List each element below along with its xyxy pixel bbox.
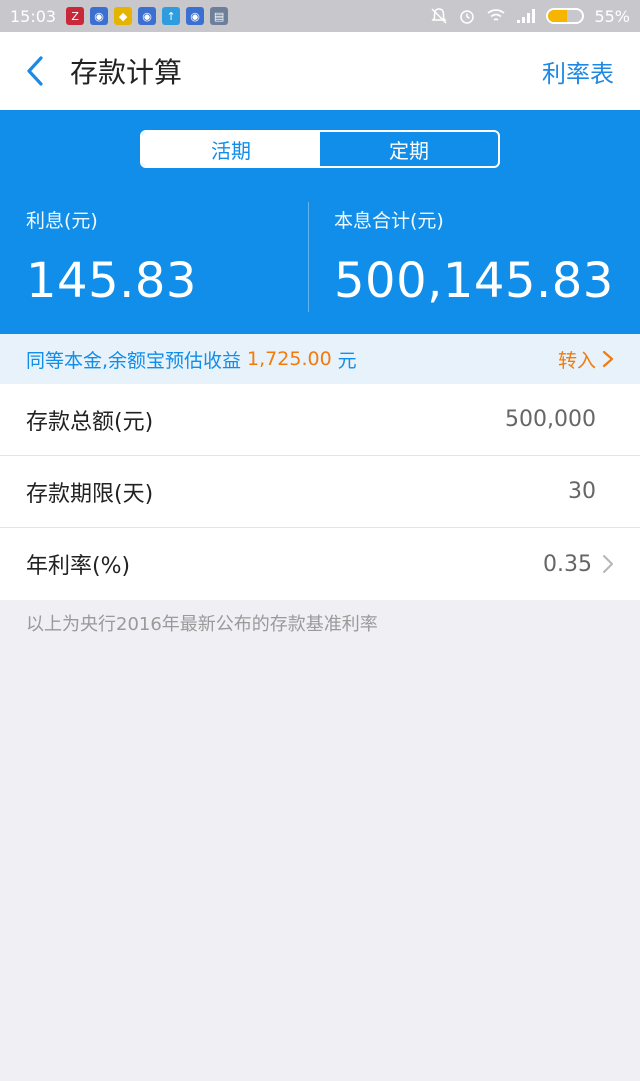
shield-app-icon: ◉ [90, 7, 109, 25]
deposit-form: 存款总额(元) 500,000 存款期限(天) 30 年利率(%) 0.35 [0, 384, 640, 600]
rate-footnote: 以上为央行2016年最新公布的存款基准利率 [26, 614, 378, 635]
annual-rate-chevron [602, 554, 614, 574]
status-right: 55% [430, 7, 630, 26]
chevron-right-icon [603, 555, 613, 573]
shield-app-icon: ◉ [138, 7, 157, 25]
interest-stat: 利息(元) 145.83 [26, 206, 197, 309]
shield-app-icon: ◉ [186, 7, 205, 25]
transfer-in-button[interactable]: 转入 [558, 346, 614, 373]
deposit-term-label: 存款期限(天) [26, 481, 154, 507]
deposit-amount-input[interactable]: 500,000 [505, 407, 596, 432]
rate-table-link[interactable]: 利率表 [542, 54, 614, 89]
bell-off-icon [431, 8, 447, 24]
transfer-in-label: 转入 [557, 349, 596, 372]
battery-level [548, 10, 568, 22]
zhihu-icon: Z [66, 7, 85, 25]
deposit-amount-row[interactable]: 存款总额(元) 500,000 [0, 384, 640, 456]
total-value: 500,145.83 [334, 253, 614, 309]
page-title: 存款计算 [70, 56, 183, 89]
status-time: 15:03 [10, 6, 57, 26]
yuebao-promo-bar: 同等本金,余额宝预估收益 1,725.00 元 转入 [0, 334, 640, 384]
annual-rate-row[interactable]: 年利率(%) 0.35 [0, 528, 640, 600]
result-panel: 活期 定期 利息(元) 145.83 本息合计(元) 500,145.83 [0, 110, 640, 334]
promo-amount: 1,725.00 [247, 348, 332, 370]
status-bar: 15:03 Z ◉ ◆ ◉ ↑ ◉ ▤ 55% [0, 0, 640, 32]
message-icon: ▤ [210, 7, 229, 25]
total-stat: 本息合计(元) 500,145.83 [334, 206, 614, 309]
nav-bar: 存款计算 利率表 [0, 32, 640, 110]
interest-value: 145.83 [26, 253, 197, 309]
chevron-left-icon [27, 56, 43, 86]
stat-divider [308, 202, 309, 312]
annual-rate-value: 0.35 [543, 551, 592, 577]
deposit-amount-label: 存款总额(元) [26, 409, 154, 435]
tab-current[interactable]: 活期 [142, 132, 320, 166]
deposit-term-row[interactable]: 存款期限(天) 30 [0, 456, 640, 528]
promo-unit: 元 [337, 349, 357, 372]
app-icon: ◆ [114, 7, 133, 25]
wifi-icon [487, 9, 505, 21]
chevron-right-icon [602, 350, 614, 368]
interest-label: 利息(元) [26, 210, 98, 232]
battery-icon [546, 8, 585, 24]
total-label: 本息合计(元) [334, 210, 444, 232]
back-button[interactable] [0, 32, 70, 110]
deposit-term-input[interactable]: 30 [568, 479, 596, 504]
notification-icons: Z ◉ ◆ ◉ ↑ ◉ ▤ [66, 7, 229, 25]
battery-percent: 55% [594, 6, 630, 26]
annual-rate-label: 年利率(%) [26, 554, 131, 579]
upload-icon: ↑ [162, 7, 181, 25]
tab-fixed[interactable]: 定期 [320, 132, 498, 166]
alarm-icon [460, 10, 475, 24]
deposit-type-tabs: 活期 定期 [140, 130, 500, 168]
promo-text: 同等本金,余额宝预估收益 [26, 349, 242, 372]
signal-icon [517, 9, 536, 23]
